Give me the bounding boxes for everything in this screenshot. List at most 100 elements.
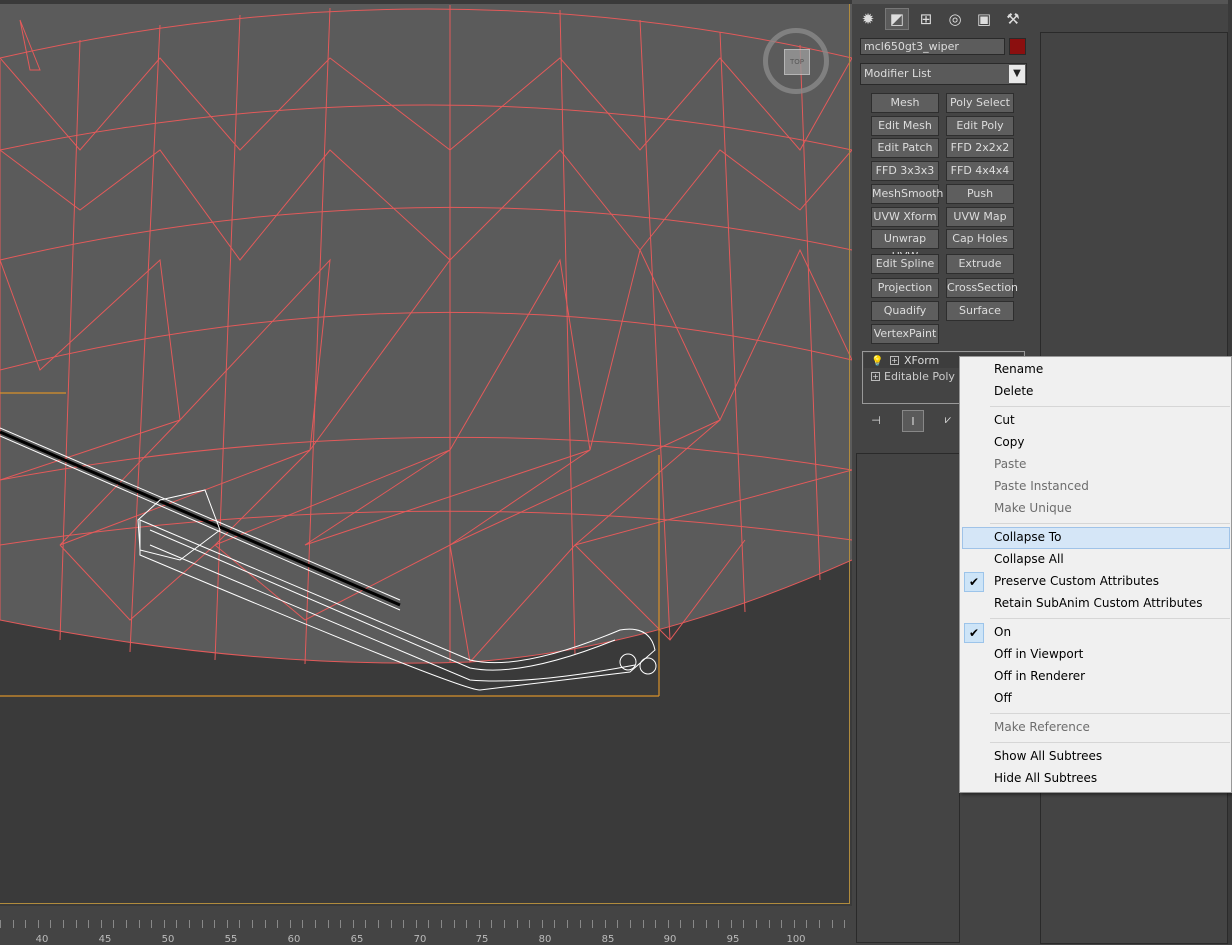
menu-item-on[interactable]: ✔ On (962, 622, 1230, 644)
ruler-tick (50, 920, 51, 928)
menu-item-label: Collapse All (994, 552, 1064, 566)
ruler-tick (731, 920, 732, 928)
menu-item-delete[interactable]: Delete (962, 381, 1230, 403)
utilities-icon[interactable]: ⚒ (1001, 8, 1025, 30)
viewport-top[interactable]: TOP (0, 0, 852, 906)
chevron-down-icon[interactable]: ▼ (1009, 65, 1025, 83)
ruler-tick (844, 920, 845, 928)
pin-stack-icon[interactable]: ⊣ (866, 410, 886, 430)
menu-separator (990, 618, 1230, 619)
timeline-ruler[interactable]: 40 45 50 55 60 65 70 75 80 85 90 95 100 (0, 920, 852, 945)
unwrap-uvw-button[interactable]: Unwrap UVW (871, 229, 939, 263)
create-icon[interactable]: ✹ (856, 8, 880, 30)
menu-item-cut[interactable]: Cut (962, 410, 1230, 432)
menu-item-preserve-custom-attributes[interactable]: ✔ Preserve Custom Attributes (962, 571, 1230, 593)
object-color-swatch[interactable] (1009, 38, 1026, 55)
menu-separator (990, 406, 1230, 407)
ruler-tick (781, 920, 782, 928)
cap-holes-button[interactable]: Cap Holes (946, 229, 1014, 249)
ruler-tick (554, 920, 555, 928)
windshield-surface (0, 4, 852, 664)
ruler-tick (214, 920, 215, 928)
ruler-tick (819, 920, 820, 928)
vertexpaint-button[interactable]: VertexPaint (871, 324, 939, 344)
ruler-tick (63, 920, 64, 928)
mesh-select-button[interactable]: Mesh Select (871, 93, 939, 127)
menu-item-label: Paste (994, 457, 1027, 471)
ruler-label: 85 (601, 934, 615, 945)
ruler-tick (680, 920, 681, 928)
ruler-label: 100 (786, 934, 806, 945)
menu-item-label: Retain SubAnim Custom Attributes (994, 596, 1203, 610)
expand-icon[interactable]: + (871, 372, 880, 381)
ruler-tick (428, 920, 429, 928)
menu-item-off-in-renderer[interactable]: Off in Renderer (962, 666, 1230, 688)
menu-item-make-reference: Make Reference (962, 717, 1230, 739)
ruler-tick (302, 920, 303, 928)
ruler-tick (769, 920, 770, 928)
show-end-result-icon[interactable]: I (902, 410, 924, 432)
menu-separator (990, 742, 1230, 743)
modify-icon[interactable]: ◩ (885, 8, 909, 30)
poly-select-button[interactable]: Poly Select (946, 93, 1014, 113)
ruler-tick (290, 920, 291, 928)
ruler-tick (454, 920, 455, 928)
ffd-2x2x2-button[interactable]: FFD 2x2x2 (946, 138, 1014, 158)
menu-item-label: Cut (994, 413, 1015, 427)
object-name-field[interactable]: mcl650gt3_wiper (860, 38, 1005, 55)
ruler-label: 45 (98, 934, 112, 945)
ruler-tick (416, 920, 417, 928)
ruler-tick (643, 920, 644, 928)
edit-mesh-button[interactable]: Edit Mesh (871, 116, 939, 136)
edit-spline-button[interactable]: Edit Spline (871, 254, 939, 274)
ruler-tick (403, 920, 404, 928)
edit-patch-button[interactable]: Edit Patch (871, 138, 939, 158)
ruler-tick (605, 920, 606, 928)
ruler-tick (340, 920, 341, 928)
uvw-map-button[interactable]: UVW Map (946, 207, 1014, 227)
hierarchy-icon[interactable]: ⊞ (914, 8, 938, 30)
ruler-tick (630, 920, 631, 928)
expand-icon[interactable]: + (890, 356, 899, 365)
menu-item-collapse-all[interactable]: Collapse All (962, 549, 1230, 571)
ruler-tick (832, 920, 833, 928)
display-icon[interactable]: ▣ (972, 8, 996, 30)
surface-button[interactable]: Surface (946, 301, 1014, 321)
menu-item-off[interactable]: Off (962, 688, 1230, 710)
ffd-4x4x4-button[interactable]: FFD 4x4x4 (946, 161, 1014, 181)
modifier-list-dropdown[interactable]: Modifier List ▼ (860, 63, 1027, 85)
meshsmooth-button[interactable]: MeshSmooth (871, 184, 943, 204)
menu-item-collapse-to[interactable]: Collapse To (962, 527, 1230, 549)
ruler-tick (529, 920, 530, 928)
menu-item-hide-all-subtrees[interactable]: Hide All Subtrees (962, 768, 1230, 790)
push-button[interactable]: Push (946, 184, 1014, 204)
ruler-tick (592, 920, 593, 928)
ruler-tick (151, 920, 152, 928)
stack-context-menu: Rename Delete Cut Copy Paste Paste Insta… (959, 356, 1232, 793)
menu-item-rename[interactable]: Rename (962, 359, 1230, 381)
edit-poly-button[interactable]: Edit Poly (946, 116, 1014, 136)
quadify-mesh-button[interactable]: Quadify Mesh (871, 301, 939, 335)
crosssection-button[interactable]: CrossSection (946, 278, 1018, 298)
make-unique-icon[interactable]: ⩗ (938, 410, 958, 430)
ruler-tick (542, 920, 543, 928)
motion-icon[interactable]: ◎ (943, 8, 967, 30)
lightbulb-icon[interactable]: 💡 (871, 354, 883, 369)
menu-item-retain-subanim[interactable]: Retain SubAnim Custom Attributes (962, 593, 1230, 615)
extrude-button[interactable]: Extrude (946, 254, 1014, 274)
modifier-parameters-panel (856, 453, 960, 943)
menu-item-show-all-subtrees[interactable]: Show All Subtrees (962, 746, 1230, 768)
menu-item-copy[interactable]: Copy (962, 432, 1230, 454)
uvw-xform-button[interactable]: UVW Xform (871, 207, 939, 227)
ruler-tick (718, 920, 719, 928)
projection-button[interactable]: Projection (871, 278, 939, 298)
ruler-tick (567, 920, 568, 928)
ruler-tick (479, 920, 480, 928)
ffd-3x3x3-button[interactable]: FFD 3x3x3 (871, 161, 939, 181)
ruler-tick (693, 920, 694, 928)
ruler-tick (76, 920, 77, 928)
viewcube[interactable]: TOP (763, 28, 829, 94)
viewcube-top-face[interactable]: TOP (784, 49, 810, 75)
menu-item-label: Delete (994, 384, 1034, 398)
menu-item-off-in-viewport[interactable]: Off in Viewport (962, 644, 1230, 666)
